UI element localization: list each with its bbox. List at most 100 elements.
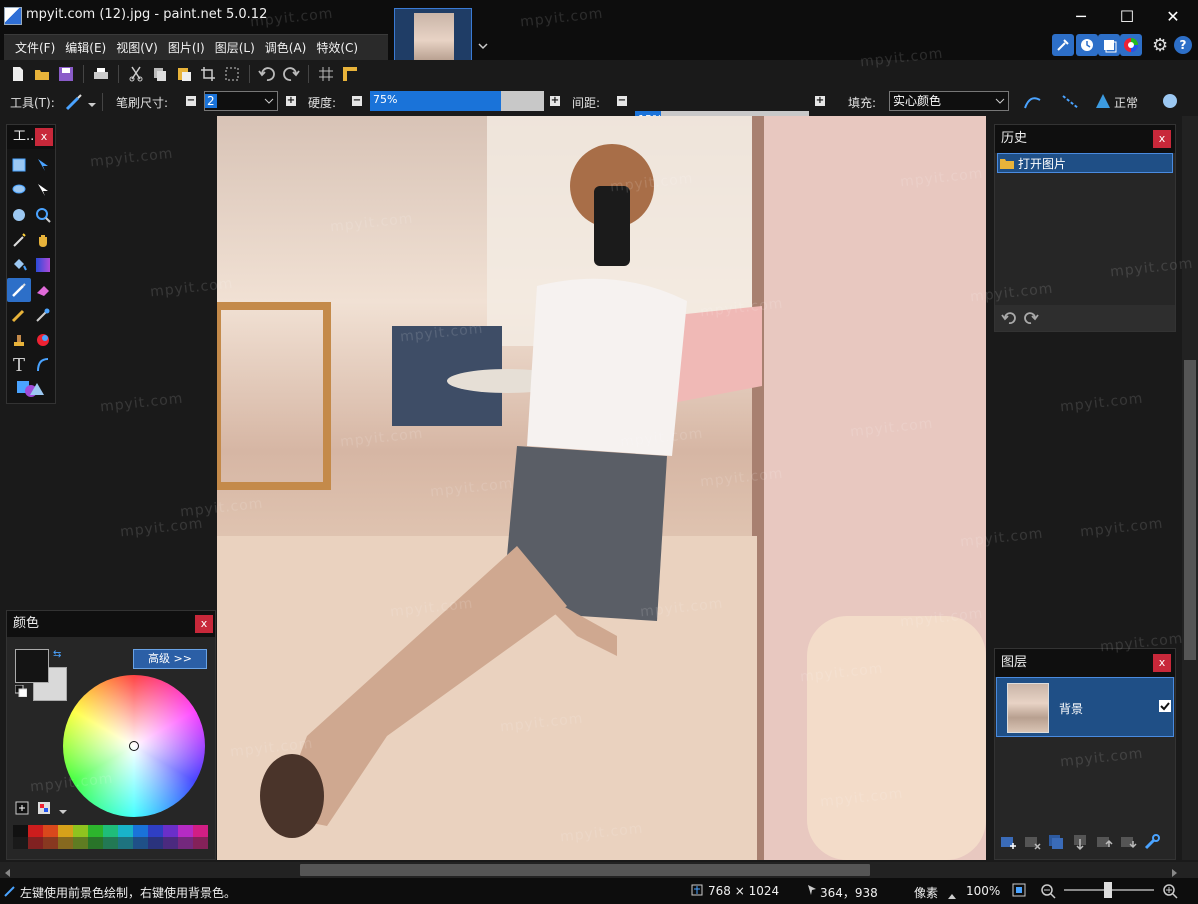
zoom-in-icon[interactable]	[1162, 883, 1178, 902]
blend-mode-icon[interactable]	[1094, 92, 1112, 113]
antialiasing-icon[interactable]	[1022, 92, 1044, 115]
reset-colors-icon[interactable]	[14, 684, 28, 698]
alpha-blending-icon[interactable]	[1160, 91, 1180, 114]
colors-panel-close-button[interactable]: x	[195, 615, 213, 633]
palette-swatch[interactable]	[148, 825, 163, 837]
horizontal-scrollbar-thumb[interactable]	[300, 864, 870, 876]
colors-window-icon[interactable]	[1120, 34, 1142, 56]
color-wheel-cursor[interactable]	[129, 741, 139, 751]
palette-swatch[interactable]	[118, 837, 133, 849]
pencil-icon[interactable]	[9, 305, 29, 325]
duplicate-layer-icon[interactable]	[1047, 833, 1065, 854]
vertical-scrollbar-thumb[interactable]	[1184, 360, 1196, 660]
delete-layer-icon[interactable]	[1023, 833, 1041, 854]
advanced-colors-button[interactable]: 高级 >>	[133, 649, 207, 669]
tools-panel-close-button[interactable]: x	[35, 128, 53, 146]
tools-window-icon[interactable]	[1052, 34, 1074, 56]
units-selector[interactable]: 像素	[914, 884, 938, 901]
palette-swatch[interactable]	[193, 837, 208, 849]
lasso-select-icon[interactable]	[9, 180, 29, 200]
palette-swatch[interactable]	[28, 825, 43, 837]
layers-window-icon[interactable]	[1098, 34, 1120, 56]
palette-swatch[interactable]	[58, 837, 73, 849]
spacing-decrease-button[interactable]: −	[617, 96, 627, 106]
paintbrush-icon[interactable]	[7, 278, 31, 302]
move-layer-up-icon[interactable]	[1095, 833, 1113, 854]
merge-layer-down-icon[interactable]	[1071, 833, 1089, 854]
ellipse-select-icon[interactable]	[9, 205, 29, 225]
palette-swatch[interactable]	[28, 837, 43, 849]
palette-swatch[interactable]	[118, 825, 133, 837]
paintbrush-tool-selector-icon[interactable]	[64, 92, 84, 112]
text-tool-icon[interactable]: T	[9, 355, 29, 376]
brush-size-decrease-button[interactable]: −	[186, 96, 196, 106]
zoom-out-icon[interactable]	[1040, 883, 1056, 902]
clone-stamp-icon[interactable]	[9, 330, 29, 350]
history-redo-icon[interactable]	[1023, 310, 1039, 329]
menu-file[interactable]: 文件(F)	[10, 35, 60, 61]
layers-panel-close-button[interactable]: x	[1153, 654, 1171, 672]
print-icon[interactable]	[92, 65, 110, 83]
layer-row[interactable]: 背景	[996, 677, 1174, 737]
open-file-icon[interactable]	[33, 65, 51, 83]
hardness-decrease-button[interactable]: −	[352, 96, 362, 106]
palette-swatch[interactable]	[163, 825, 178, 837]
palette-menu-icon[interactable]	[37, 801, 51, 815]
line-curve-icon[interactable]	[33, 355, 53, 375]
eraser-icon[interactable]	[33, 280, 53, 300]
palette-swatch[interactable]	[163, 837, 178, 849]
image-canvas[interactable]	[217, 116, 986, 860]
gradient-icon[interactable]	[33, 255, 53, 275]
magic-wand-icon[interactable]	[9, 230, 29, 250]
new-file-icon[interactable]	[9, 65, 27, 83]
layer-properties-wrench-icon[interactable]	[1143, 833, 1161, 854]
help-icon[interactable]: ?	[1174, 36, 1192, 54]
menu-edit[interactable]: 编辑(E)	[60, 35, 111, 61]
close-button[interactable]: ✕	[1150, 0, 1196, 32]
recolor-icon[interactable]	[33, 330, 53, 350]
paint-bucket-icon[interactable]	[9, 255, 29, 275]
palette-swatch[interactable]	[43, 825, 58, 837]
zoom-level[interactable]: 100%	[966, 884, 1000, 898]
chevron-down-icon[interactable]	[88, 98, 96, 107]
add-palette-color-icon[interactable]	[15, 801, 29, 815]
paste-icon[interactable]	[175, 65, 193, 83]
primary-color-swatch-front[interactable]	[15, 649, 49, 683]
menu-view[interactable]: 视图(V)	[111, 35, 163, 61]
palette-swatch[interactable]	[133, 837, 148, 849]
history-undo-icon[interactable]	[1001, 310, 1017, 329]
save-icon[interactable]	[57, 65, 75, 83]
palette-swatch[interactable]	[88, 825, 103, 837]
scroll-right-icon[interactable]	[1170, 866, 1178, 877]
palette-swatch[interactable]	[103, 825, 118, 837]
ruler-icon[interactable]	[341, 65, 359, 83]
palette-swatch[interactable]	[73, 825, 88, 837]
palette-swatch[interactable]	[178, 825, 193, 837]
undo-icon[interactable]	[258, 65, 276, 83]
redo-icon[interactable]	[282, 65, 300, 83]
palette-swatch[interactable]	[88, 837, 103, 849]
palette-swatch[interactable]	[148, 837, 163, 849]
color-wheel[interactable]	[63, 675, 205, 817]
fill-mode-combo[interactable]: 实心颜色	[889, 91, 1009, 111]
add-layer-icon[interactable]	[999, 833, 1017, 854]
palette-swatch[interactable]	[43, 837, 58, 849]
swap-colors-icon[interactable]: ⇆	[53, 649, 61, 660]
chevron-down-icon[interactable]	[59, 805, 67, 814]
crop-icon[interactable]	[199, 65, 217, 83]
palette-swatch[interactable]	[133, 825, 148, 837]
hardness-slider[interactable]: 75%	[370, 91, 544, 111]
copy-icon[interactable]	[151, 65, 169, 83]
minimize-button[interactable]: ─	[1058, 0, 1104, 32]
blend-mode-value[interactable]: 正常	[1114, 94, 1138, 111]
palette-swatch[interactable]	[58, 825, 73, 837]
palette-swatch[interactable]	[73, 837, 88, 849]
palette-swatch[interactable]	[178, 837, 193, 849]
menu-layers[interactable]: 图层(L)	[210, 35, 260, 61]
layer-visibility-checkbox[interactable]	[1159, 700, 1171, 712]
chevron-up-icon[interactable]	[948, 888, 956, 899]
move-selection-icon[interactable]	[33, 180, 53, 200]
grid-icon[interactable]	[317, 65, 335, 83]
rectangle-select-icon[interactable]	[9, 155, 29, 175]
move-selected-icon[interactable]	[33, 155, 53, 175]
